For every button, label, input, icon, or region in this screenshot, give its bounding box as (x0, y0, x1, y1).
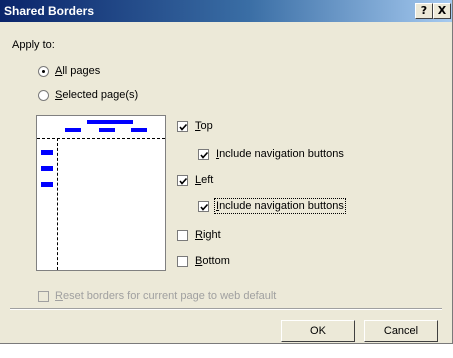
left-include-nav-label[interactable]: Include navigation buttons (214, 198, 346, 214)
preview-top-nav-button (131, 128, 147, 132)
preview-left-border-line (57, 138, 58, 270)
reset-borders-checkbox[interactable] (38, 291, 49, 302)
all-pages-label[interactable]: All pages (55, 65, 100, 77)
radio-selected-dot (42, 70, 45, 73)
preview-left-nav-button (41, 166, 53, 171)
top-include-nav-checkbox[interactable] (198, 149, 209, 160)
reset-borders-label: Reset borders for current page to web de… (55, 290, 277, 302)
preview-left-nav-button (41, 182, 53, 187)
right-checkbox[interactable] (177, 230, 188, 241)
preview-left-nav-button (41, 150, 53, 155)
left-checkbox[interactable] (177, 175, 188, 186)
help-button[interactable]: ? (415, 3, 433, 19)
all-pages-radio[interactable] (38, 66, 49, 77)
right-label[interactable]: Right (195, 229, 221, 241)
preview-top-nav-bar (87, 120, 133, 124)
top-include-nav-label[interactable]: Include navigation buttons (216, 148, 344, 160)
selected-pages-label[interactable]: Selected page(s) (55, 89, 138, 101)
left-include-nav-checkbox[interactable] (198, 201, 209, 212)
preview-top-nav-button (65, 128, 81, 132)
preview-top-nav-button (99, 128, 115, 132)
top-checkbox[interactable] (177, 121, 188, 132)
bottom-checkbox[interactable] (177, 256, 188, 267)
selected-pages-radio[interactable] (38, 90, 49, 101)
close-button[interactable]: X (433, 3, 451, 19)
dialog-title: Shared Borders (4, 4, 95, 18)
checkmark-icon (200, 203, 209, 211)
checkmark-icon (179, 123, 188, 131)
title-bar[interactable]: Shared Borders ? X (0, 0, 452, 22)
ok-button[interactable]: OK (281, 320, 355, 342)
border-preview (36, 115, 166, 271)
top-label[interactable]: Top (195, 120, 213, 132)
bottom-label[interactable]: Bottom (195, 255, 230, 267)
left-label[interactable]: Left (195, 174, 213, 186)
cancel-button[interactable]: Cancel (364, 320, 438, 342)
checkmark-icon (179, 177, 188, 185)
apply-to-label: Apply to: (12, 39, 55, 51)
checkmark-icon (200, 151, 209, 159)
shared-borders-dialog: Shared Borders ? X Apply to: All pages S… (0, 0, 453, 344)
footer-divider (10, 308, 442, 310)
